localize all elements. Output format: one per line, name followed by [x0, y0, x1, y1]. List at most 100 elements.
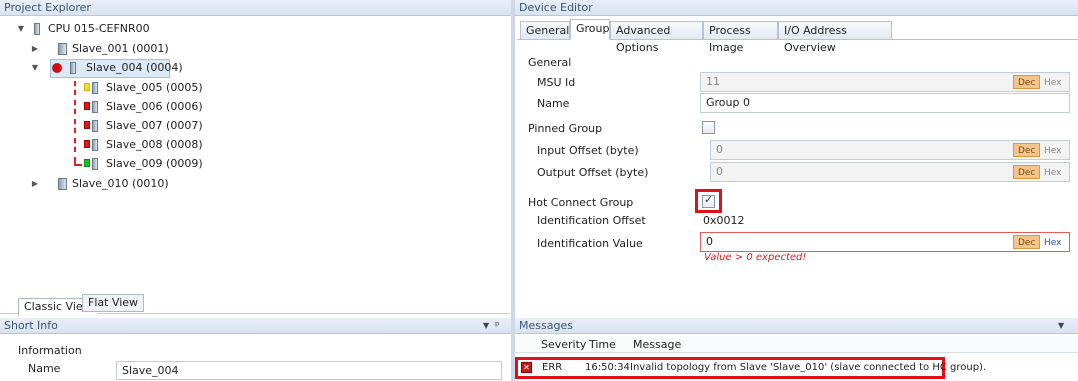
name-field[interactable]: Group 0	[700, 93, 1070, 113]
section-general-label: General	[528, 56, 572, 69]
output-offset-value: 0	[716, 165, 723, 178]
status-chip-icon	[84, 140, 90, 148]
short-info-name-value: Slave_004	[122, 364, 179, 377]
tab-flat-view-label: Flat View	[88, 296, 139, 309]
status-chip-icon	[84, 159, 90, 167]
tab-process-image-label: Process Image	[709, 24, 751, 54]
col-time[interactable]: Time	[589, 338, 616, 351]
expand-arrow-icon[interactable]: ▶	[30, 40, 40, 58]
pin-icon[interactable]: ᵖ	[495, 318, 500, 334]
tab-io-address-overview-label: I/O Address Overview	[784, 24, 847, 54]
message-text: Invalid topology from Slave 'Slave_010' …	[630, 362, 987, 373]
tree-item-label: Slave_007 (0007)	[106, 119, 203, 132]
check-icon: ✓	[704, 193, 714, 206]
status-chip-icon	[84, 121, 90, 129]
device-icon	[92, 101, 98, 113]
output-offset-label: Output Offset (byte)	[537, 166, 649, 179]
short-info-name-field[interactable]: Slave_004	[116, 361, 502, 380]
device-editor-header: Device Editor	[515, 0, 1078, 16]
hot-connect-group-label: Hot Connect Group	[528, 196, 634, 209]
dec-toggle[interactable]: Dec	[1013, 235, 1041, 249]
tab-flat-view[interactable]: Flat View	[82, 294, 145, 312]
status-chip-icon	[84, 102, 90, 110]
tab-advanced-options[interactable]: Advanced Options	[610, 21, 703, 54]
dec-toggle[interactable]: Dec	[1013, 165, 1041, 179]
message-time: 16:50:34	[585, 362, 630, 373]
identification-value-label: Identification Value	[537, 237, 643, 250]
short-info-header: Short Info ▼ ᵖ	[0, 318, 511, 334]
pinned-group-label: Pinned Group	[528, 122, 603, 135]
device-icon	[92, 82, 98, 94]
name-label: Name	[537, 97, 570, 110]
device-editor-title: Device Editor	[519, 1, 593, 14]
message-severity: ERR	[542, 362, 563, 373]
message-row[interactable]: ✕ ERR 16:50:34 Invalid topology from Sla…	[518, 360, 986, 376]
dec-toggle[interactable]: Dec	[1013, 143, 1041, 157]
collapse-arrow-icon[interactable]: ▼	[16, 20, 26, 38]
tab-advanced-options-label: Advanced Options	[616, 24, 671, 54]
messages-column-header: Severity Time Message	[515, 336, 1078, 353]
tab-process-image[interactable]: Process Image	[703, 21, 778, 54]
short-info-title: Short Info	[4, 319, 58, 332]
msu-id-value: 11	[706, 75, 720, 88]
tree-item-label: Slave_001 (0001)	[72, 42, 169, 55]
device-icon	[92, 158, 98, 170]
tree-root-label: CPU 015-CEFNR00	[48, 22, 150, 35]
tab-group[interactable]: Group	[570, 19, 610, 40]
msu-id-field: 11 Dec Hex	[700, 72, 1070, 92]
col-severity[interactable]: Severity	[541, 338, 586, 351]
identification-value-error: Value > 0 expected!	[704, 252, 807, 263]
tree-item-label: Slave_004 (0004)	[86, 61, 183, 74]
dropdown-icon[interactable]: ▼	[483, 318, 489, 334]
short-info-section-label: Information	[18, 344, 82, 357]
dec-toggle[interactable]: Dec	[1013, 75, 1041, 89]
status-chip-icon	[84, 83, 90, 91]
project-explorer-header: Project Explorer	[0, 0, 511, 16]
hex-toggle[interactable]: Hex	[1039, 165, 1066, 179]
col-message[interactable]: Message	[633, 338, 681, 351]
output-offset-field: 0 Dec Hex	[710, 162, 1070, 182]
identification-offset-value: 0x0012	[703, 214, 745, 227]
input-offset-field: 0 Dec Hex	[710, 140, 1070, 160]
tree-item-label: Slave_009 (0009)	[106, 157, 203, 170]
input-offset-label: Input Offset (byte)	[537, 144, 639, 157]
device-icon	[58, 178, 67, 190]
project-explorer-tree: ▼ CPU 015-CEFNR00 ▶ Slave_001 (0001) ▼ S…	[0, 18, 511, 286]
project-explorer-title: Project Explorer	[4, 1, 91, 14]
input-offset-value: 0	[716, 143, 723, 156]
connection-line	[74, 119, 76, 133]
messages-title: Messages	[519, 319, 573, 332]
connection-line	[74, 100, 76, 114]
connection-line	[74, 164, 82, 166]
tab-general[interactable]: General	[520, 21, 570, 40]
messages-header: Messages ▼	[515, 318, 1078, 334]
pinned-group-checkbox[interactable]	[702, 121, 715, 134]
hex-toggle[interactable]: Hex	[1039, 235, 1066, 249]
hot-connect-group-checkbox[interactable]: ✓	[702, 193, 715, 208]
short-info-name-label: Name	[28, 362, 61, 375]
tab-general-label: General	[526, 24, 570, 37]
identification-value-field[interactable]: 0 Dec Hex	[700, 232, 1070, 252]
hex-toggle[interactable]: Hex	[1039, 75, 1066, 89]
dropdown-icon[interactable]: ▼	[1058, 318, 1064, 334]
msu-id-label: MSU Id	[537, 76, 576, 89]
connection-line	[74, 138, 76, 152]
device-icon	[92, 139, 98, 151]
tree-item-label: Slave_005 (0005)	[106, 81, 203, 94]
tree-item-label: Slave_008 (0008)	[106, 138, 203, 151]
tab-group-label: Group	[576, 22, 610, 35]
device-icon	[92, 120, 98, 132]
hex-toggle[interactable]: Hex	[1039, 143, 1066, 157]
tree-item-label: Slave_010 (0010)	[72, 177, 169, 190]
error-ball-icon	[52, 63, 62, 73]
identification-offset-label: Identification Offset	[537, 214, 646, 227]
tab-io-address-overview[interactable]: I/O Address Overview	[778, 21, 892, 54]
error-icon: ✕	[521, 362, 532, 373]
tree-item-label: Slave_006 (0006)	[106, 100, 203, 113]
identification-value-value: 0	[706, 235, 713, 248]
device-icon	[58, 43, 67, 55]
connection-line	[74, 81, 76, 95]
device-icon	[34, 23, 40, 35]
expand-arrow-icon[interactable]: ▶	[30, 175, 40, 193]
collapse-arrow-icon[interactable]: ▼	[30, 59, 40, 77]
